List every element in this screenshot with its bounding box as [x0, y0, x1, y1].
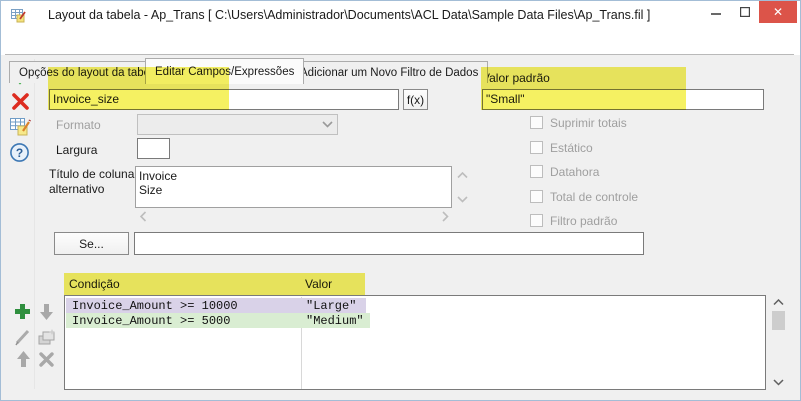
valor-column-header: Valor: [305, 277, 332, 291]
scrollbar-down-icon[interactable]: [773, 379, 784, 386]
checkbox-datahora[interactable]: [530, 165, 543, 178]
table-layout-dialog: Layout da tabela - Ap_Trans [ C:\Users\A…: [0, 0, 801, 401]
cancel-x-icon[interactable]: [12, 93, 29, 110]
titulo-coluna-textarea[interactable]: Invoice Size: [135, 166, 452, 208]
valor-padrao-label: Valor padrão: [482, 71, 550, 85]
condition-expression: Invoice_Amount >= 10000: [72, 299, 238, 313]
checkbox-filtro-padrao[interactable]: [530, 214, 543, 227]
edit-pencil-icon[interactable]: [14, 329, 31, 346]
checkbox-total-controle-label: Total de controle: [550, 190, 638, 204]
tab-editar-campos[interactable]: Editar Campos/Expressões: [145, 58, 304, 84]
move-down-arrow-icon[interactable]: [39, 304, 54, 320]
window-title: Layout da tabela - Ap_Trans [ C:\Users\A…: [48, 8, 650, 22]
delete-x-icon[interactable]: [39, 352, 54, 367]
titulo-coluna-label-line1: Título de coluna: [49, 167, 134, 181]
minimize-button[interactable]: [701, 1, 730, 23]
maximize-button[interactable]: [730, 1, 759, 23]
condicao-column-header: Condição: [69, 277, 120, 291]
formato-label: Formato: [56, 118, 101, 132]
checkbox-datahora-label: Datahora: [550, 165, 599, 179]
se-condition-input[interactable]: [134, 232, 644, 255]
checkbox-estatico[interactable]: [530, 141, 543, 154]
checkbox-estatico-label: Estático: [550, 141, 593, 155]
largura-input[interactable]: [137, 138, 170, 159]
scroll-down-icon[interactable]: [457, 196, 468, 203]
chevron-down-icon: [322, 121, 333, 128]
tab-novo-filtro[interactable]: Adicionar um Novo Filtro de Dados: [290, 61, 488, 83]
checkbox-total-controle[interactable]: [530, 190, 543, 203]
help-question-icon[interactable]: ?: [10, 143, 29, 162]
minimize-icon: [711, 7, 721, 17]
svg-text:?: ?: [16, 146, 23, 160]
scroll-right-icon[interactable]: [442, 211, 449, 222]
scroll-left-icon[interactable]: [140, 211, 147, 222]
largura-label: Largura: [56, 143, 97, 157]
close-button[interactable]: ✕: [759, 1, 797, 23]
titlebar: Layout da tabela - Ap_Trans [ C:\Users\A…: [1, 1, 800, 29]
move-up-arrow-icon[interactable]: [16, 351, 31, 367]
edit-table-icon[interactable]: [10, 117, 32, 137]
condition-value: "Medium": [306, 314, 364, 328]
se-condition-button[interactable]: Se...: [54, 232, 129, 255]
condition-expression: Invoice_Amount >= 5000: [72, 314, 230, 328]
maximize-icon: [740, 7, 750, 17]
tab-content-divider: [5, 54, 794, 55]
checkbox-suprimir-totais-label: Suprimir totais: [550, 116, 627, 130]
scrollbar-up-icon[interactable]: [773, 299, 784, 306]
duplicate-copy-icon[interactable]: [37, 329, 56, 346]
titulo-coluna-label-line2: alternativo: [49, 182, 104, 196]
valor-padrao-input[interactable]: "Small": [482, 89, 764, 110]
fx-expression-button[interactable]: f(x): [403, 89, 428, 110]
app-table-edit-icon: [11, 8, 27, 23]
condition-row-2[interactable]: Invoice_Amount >= 5000 "Medium": [66, 313, 370, 328]
scrollbar-thumb[interactable]: [772, 311, 785, 330]
edit-fields-panel: ? Nome Invoice_size f(x) Valor padrão "S…: [1, 55, 801, 396]
checkbox-suprimir-totais[interactable]: [530, 116, 543, 129]
add-plus-icon[interactable]: [14, 303, 31, 320]
checkbox-filtro-padrao-label: Filtro padrão: [550, 214, 617, 228]
toolbar-separator: [34, 59, 35, 389]
condition-row-1[interactable]: Invoice_Amount >= 10000 "Large": [66, 298, 366, 313]
conditions-scrollbar[interactable]: [770, 295, 787, 390]
conditions-listbox[interactable]: Invoice_Amount >= 10000 "Large" Invoice_…: [64, 295, 766, 390]
tabstrip: Opções do layout da tabela Editar Campos…: [1, 29, 800, 55]
formato-dropdown[interactable]: [137, 114, 338, 135]
condition-value: "Large": [306, 299, 356, 313]
scroll-up-icon[interactable]: [457, 172, 468, 179]
nome-input[interactable]: Invoice_size: [49, 89, 399, 110]
